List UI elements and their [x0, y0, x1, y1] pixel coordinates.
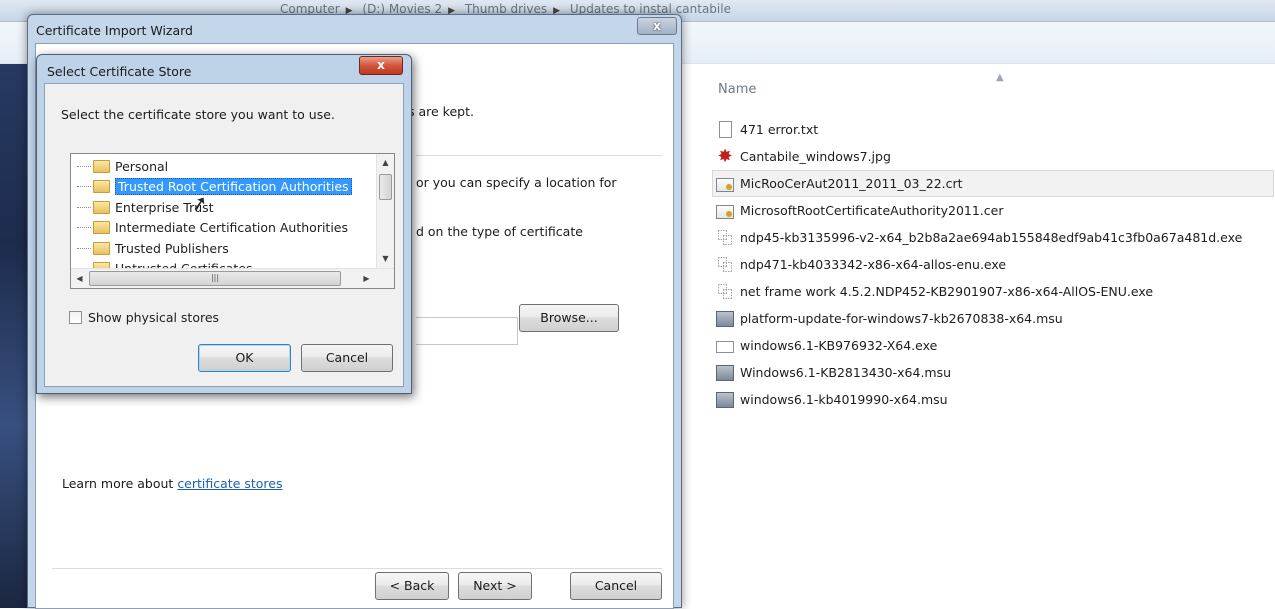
horizontal-scrollbar[interactable]: ◀ ||| ▶	[71, 268, 394, 288]
wizard-cancel-button[interactable]: Cancel	[570, 572, 662, 600]
update-package-icon	[716, 391, 734, 408]
tree-connector	[77, 206, 91, 208]
show-physical-stores-label: Show physical stores	[88, 310, 220, 325]
file-row[interactable]: windows6.1-KB976932-X64.exe	[714, 332, 1274, 359]
back-button[interactable]: < Back	[375, 572, 449, 600]
file-row[interactable]: Windows6.1-KB2813430-x64.msu	[714, 359, 1274, 386]
file-row[interactable]: ⿻ ndp45-kb3135996-v2-x64_b2b8a2ae694ab155…	[714, 224, 1274, 251]
tree-item-label: Trusted Publishers	[115, 240, 229, 256]
file-row[interactable]: ✸ Cantabile_windows7.jpg	[714, 143, 1274, 170]
tree-item[interactable]: Trusted Publishers	[71, 238, 376, 259]
scroll-thumb[interactable]	[379, 174, 392, 200]
divider	[52, 568, 662, 569]
column-header-name[interactable]: Name	[718, 82, 756, 97]
tree-item[interactable]: Enterprise Trust	[71, 197, 376, 218]
folder-icon	[93, 241, 110, 255]
dialog-cancel-button[interactable]: Cancel	[301, 344, 393, 372]
tree-item[interactable]: Personal	[71, 156, 376, 177]
next-button[interactable]: Next >	[458, 572, 532, 600]
file-row[interactable]: ⿻ ndp471-kb4033342-x86-x64-allos-enu.exe	[714, 251, 1274, 278]
folder-icon	[93, 180, 110, 194]
file-row[interactable]: platform-update-for-windows7-kb2670838-x…	[714, 305, 1274, 332]
file-row[interactable]: ⿻ net frame work 4.5.2.NDP452-KB2901907-x…	[714, 278, 1274, 305]
executable-icon	[716, 341, 734, 353]
tree-item-label: Intermediate Certification Authorities	[115, 220, 349, 236]
tree-item[interactable]: Intermediate Certification Authorities	[71, 218, 376, 239]
wizard-text-type: d on the type of certificate	[416, 224, 583, 239]
file-list: 471 error.txt ✸ Cantabile_windows7.jpg MicR…	[712, 116, 1274, 413]
wizard-text-kept: s are kept.	[408, 104, 474, 119]
dialog-title: Select Certificate Store	[47, 64, 192, 79]
file-row[interactable]: windows6.1-kb4019990-x64.msu	[714, 386, 1274, 413]
learn-more-prefix: Learn more about	[62, 476, 178, 491]
installer-icon: ⿻	[717, 282, 733, 301]
file-name: net frame work 4.5.2.NDP452-KB2901907-x8…	[740, 284, 1154, 299]
tree-connector	[77, 186, 91, 188]
store-field[interactable]	[416, 317, 518, 345]
file-row[interactable]: MicrosoftRootCertificateAuthority2011.ce…	[714, 197, 1274, 224]
tree-connector	[77, 247, 91, 249]
installer-icon: ⿻	[717, 255, 733, 274]
show-physical-stores-checkbox[interactable]	[69, 311, 82, 324]
file-name: ndp45-kb3135996-v2-x64_b2b8a2ae694ab1558…	[740, 230, 1243, 245]
show-physical-stores-option[interactable]: Show physical stores	[69, 310, 219, 325]
file-name: MicRooCerAut2011_2011_03_22.crt	[740, 176, 963, 191]
tree-connector	[77, 227, 91, 229]
tree-item-label: Trusted Root Certification Authorities	[115, 178, 352, 196]
folder-icon	[93, 200, 110, 214]
scroll-right-icon[interactable]: ▶	[358, 269, 375, 288]
browse-button[interactable]: Browse...	[519, 304, 619, 332]
update-package-icon	[716, 310, 734, 327]
file-name: 471 error.txt	[740, 122, 819, 137]
scroll-up-icon[interactable]: ▲	[377, 154, 394, 171]
file-name: windows6.1-KB976932-X64.exe	[740, 338, 938, 353]
dialog-prompt: Select the certificate store you want to…	[61, 107, 335, 122]
wizard-title: Certificate Import Wizard	[36, 23, 193, 38]
scroll-thumb[interactable]: |||	[89, 271, 341, 286]
divider	[416, 155, 662, 156]
certificate-file-icon	[716, 204, 734, 219]
dialog-body: Select the certificate store you want to…	[44, 83, 404, 387]
learn-more-text: Learn more about certificate stores	[62, 476, 283, 491]
image-file-icon: ✸	[717, 145, 733, 167]
file-name: MicrosoftRootCertificateAuthority2011.ce…	[740, 203, 1004, 218]
scroll-left-icon[interactable]: ◀	[71, 269, 88, 288]
file-row[interactable]: MicRooCerAut2011_2011_03_22.crt	[712, 170, 1274, 197]
file-name: Windows6.1-KB2813430-x64.msu	[740, 365, 952, 380]
installer-icon: ⿻	[717, 228, 733, 247]
file-name: Cantabile_windows7.jpg	[740, 149, 891, 164]
dialog-close-button[interactable]: x	[359, 56, 403, 75]
folder-icon	[93, 221, 110, 235]
certificate-stores-link[interactable]: certificate stores	[177, 476, 282, 491]
sort-arrow-icon: ▲	[996, 72, 1004, 83]
file-name: platform-update-for-windows7-kb2670838-x…	[740, 311, 1063, 326]
wizard-text-location: or you can specify a location for	[416, 175, 617, 190]
ok-button[interactable]: OK	[198, 344, 291, 372]
scroll-down-icon[interactable]: ▼	[377, 250, 394, 267]
wizard-close-button[interactable]: x	[637, 17, 677, 35]
vertical-scrollbar[interactable]: ▲ ▼	[376, 154, 394, 268]
tree-item-label: Personal	[115, 158, 169, 174]
file-name: ndp471-kb4033342-x86-x64-allos-enu.exe	[740, 257, 1007, 272]
tree-connector	[77, 165, 91, 167]
tree-item[interactable]: Trusted Root Certification Authorities	[71, 177, 376, 198]
file-name: windows6.1-kb4019990-x64.msu	[740, 392, 948, 407]
certificate-file-icon	[716, 177, 734, 192]
select-certificate-store-dialog: Select Certificate Store x Select the ce…	[36, 54, 412, 394]
file-row[interactable]: 471 error.txt	[714, 116, 1274, 143]
text-file-icon	[719, 121, 732, 138]
tree-items: Personal Trusted Root Certification Autho…	[71, 156, 376, 279]
folder-icon	[93, 159, 110, 173]
certificate-store-tree[interactable]: Personal Trusted Root Certification Autho…	[70, 153, 395, 289]
update-package-icon	[716, 364, 734, 381]
